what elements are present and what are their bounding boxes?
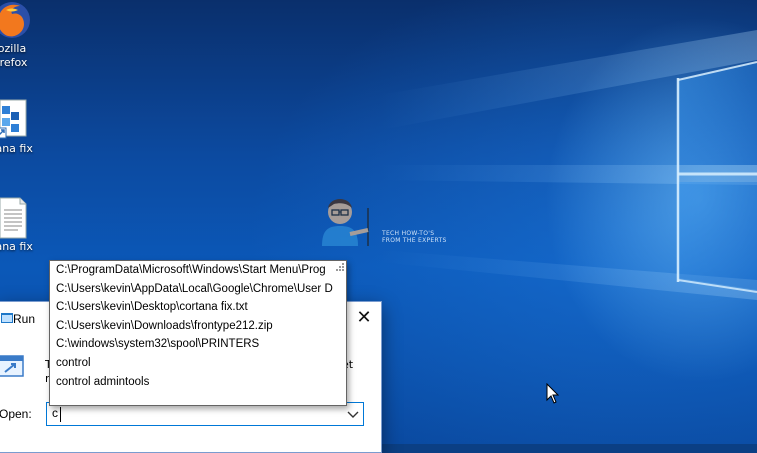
desktop-icon-label: irefox — [0, 56, 28, 69]
chevron-down-icon[interactable] — [345, 406, 361, 422]
mouse-cursor-icon — [546, 383, 560, 404]
watermark-text: TECH HOW-TO'S FROM THE EXPERTS — [382, 230, 447, 244]
text-file-icon — [0, 197, 27, 239]
resize-grip-icon[interactable] — [335, 262, 345, 272]
desktop-icon-firefox[interactable]: ozilla irefox — [0, 0, 42, 70]
watermark-mascot-icon — [322, 199, 369, 246]
autocomplete-item[interactable]: C:\Users\kevin\AppData\Local\Google\Chro… — [50, 280, 346, 299]
desktop-icon-label: tana fix — [0, 240, 33, 253]
autocomplete-dropdown: C:\ProgramData\Microsoft\Windows\Start M… — [49, 260, 347, 406]
text-caret — [60, 407, 61, 422]
run-app-icon — [0, 355, 24, 377]
registry-script-icon — [0, 99, 27, 139]
autocomplete-item[interactable]: C:\ProgramData\Microsoft\Windows\Start M… — [50, 261, 346, 280]
appuals-watermark: TECH HOW-TO'S FROM THE EXPERTS — [312, 190, 452, 260]
open-input[interactable]: c — [52, 406, 58, 420]
autocomplete-item[interactable]: C:\Users\kevin\Desktop\cortana fix.txt — [50, 298, 346, 317]
desktop-icon-cortana-fix-txt[interactable]: tana fix — [0, 196, 42, 254]
close-button[interactable]: ✕ — [347, 302, 381, 336]
desktop-icon-label: ozilla — [0, 42, 27, 55]
desktop-icon-cortana-fix-shortcut[interactable]: tana fix — [0, 98, 42, 156]
firefox-icon — [0, 2, 30, 38]
autocomplete-item[interactable]: C:\windows\system32\spool\PRINTERS — [50, 335, 346, 354]
autocomplete-item[interactable]: control — [50, 354, 346, 373]
autocomplete-item[interactable]: control admintools — [50, 373, 346, 392]
desktop-icon-label: tana fix — [0, 142, 33, 155]
run-title: Run — [13, 312, 36, 326]
open-label: Open: — [0, 407, 32, 421]
autocomplete-item[interactable]: C:\Users\kevin\Downloads\frontype212.zip — [50, 317, 346, 336]
